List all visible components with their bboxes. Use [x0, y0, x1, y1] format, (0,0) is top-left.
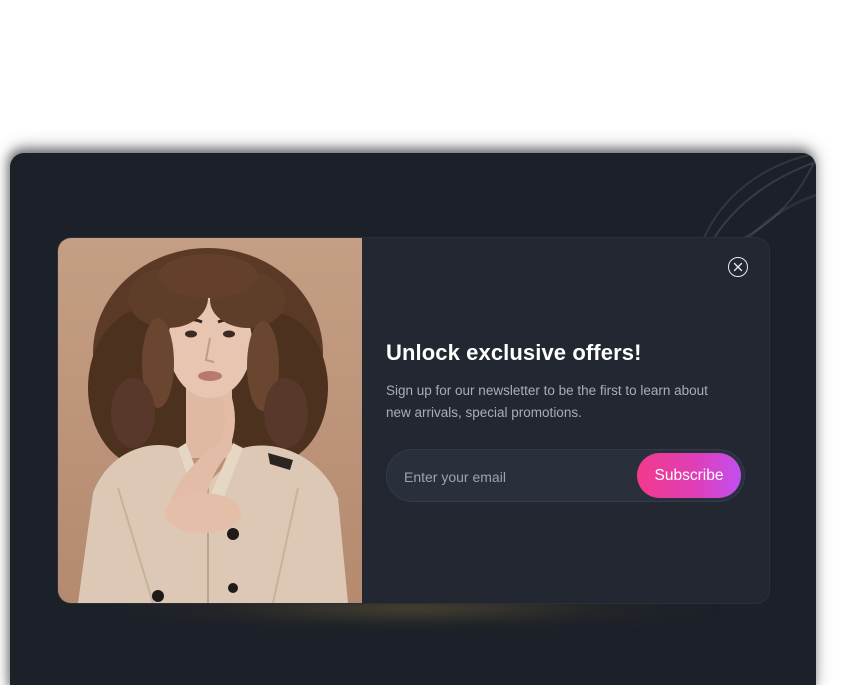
popup-content: Unlock exclusive offers! Sign up for our…: [386, 238, 746, 603]
page: Unlock exclusive offers! Sign up for our…: [0, 0, 844, 685]
newsletter-form: Subscribe: [386, 449, 745, 502]
email-input[interactable]: [402, 463, 631, 491]
newsletter-popup: Unlock exclusive offers! Sign up for our…: [57, 237, 770, 604]
popup-subtitle: Sign up for our newsletter to be the fir…: [386, 383, 708, 420]
subscribe-button[interactable]: Subscribe: [637, 453, 741, 498]
woman-in-beige-trench-coat-photo: [58, 238, 362, 603]
popup-title: Unlock exclusive offers!: [386, 340, 642, 365]
close-button[interactable]: [728, 257, 748, 277]
close-icon: [733, 262, 743, 272]
